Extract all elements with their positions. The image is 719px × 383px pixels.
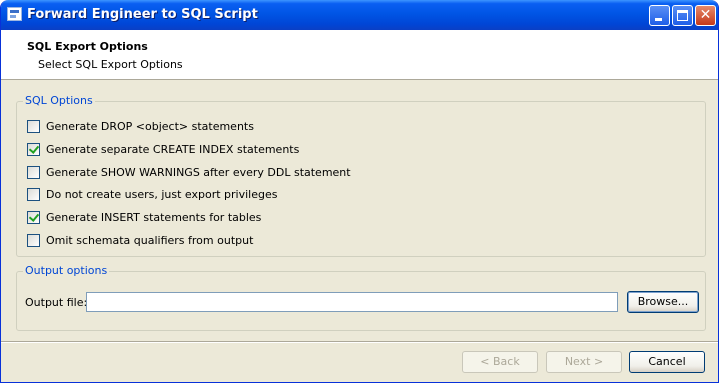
title-bar[interactable]: Forward Engineer to SQL Script ✕ — [1, 0, 718, 30]
wizard-header: SQL Export Options Select SQL Export Opt… — [1, 30, 718, 80]
minimize-button[interactable] — [649, 5, 670, 26]
back-button[interactable]: < Back — [462, 351, 538, 373]
close-button[interactable]: ✕ — [695, 5, 716, 26]
output-options-group: Output options Output file: Browse... — [16, 264, 706, 331]
option-label: Generate DROP <object> statements — [46, 120, 254, 133]
output-file-input[interactable] — [86, 292, 618, 312]
checkbox[interactable] — [27, 143, 40, 156]
maximize-icon — [677, 10, 688, 21]
sql-options-group: SQL Options Generate DROP <object> state… — [16, 94, 706, 257]
dialog-window: Forward Engineer to SQL Script ✕ SQL Exp… — [0, 0, 719, 383]
sql-options-legend: SQL Options — [23, 94, 95, 107]
close-icon: ✕ — [699, 7, 712, 23]
option-label: Generate SHOW WARNINGS after every DDL s… — [46, 166, 351, 179]
maximize-button[interactable] — [672, 5, 693, 26]
cancel-button[interactable]: Cancel — [629, 351, 705, 373]
window-app-icon[interactable] — [7, 7, 22, 21]
option-label: Generate INSERT statements for tables — [46, 211, 262, 224]
checkbox[interactable] — [27, 234, 40, 247]
page-title: SQL Export Options — [27, 40, 148, 53]
option-label: Do not create users, just export privile… — [46, 188, 278, 201]
output-file-label: Output file: — [25, 296, 88, 309]
page-subtitle: Select SQL Export Options — [38, 58, 183, 71]
option-label: Generate separate CREATE INDEX statement… — [46, 143, 300, 156]
minimize-icon — [655, 18, 662, 21]
browse-button[interactable]: Browse... — [627, 291, 699, 313]
next-button[interactable]: Next > — [546, 351, 622, 373]
footer-divider — [1, 341, 718, 343]
window-title: Forward Engineer to SQL Script — [27, 7, 258, 22]
option-label: Omit schemata qualifiers from output — [46, 234, 254, 247]
checkbox[interactable] — [27, 120, 40, 133]
checkbox[interactable] — [27, 166, 40, 179]
checkbox[interactable] — [27, 211, 40, 224]
checkbox[interactable] — [27, 188, 40, 201]
output-options-legend: Output options — [23, 264, 110, 277]
